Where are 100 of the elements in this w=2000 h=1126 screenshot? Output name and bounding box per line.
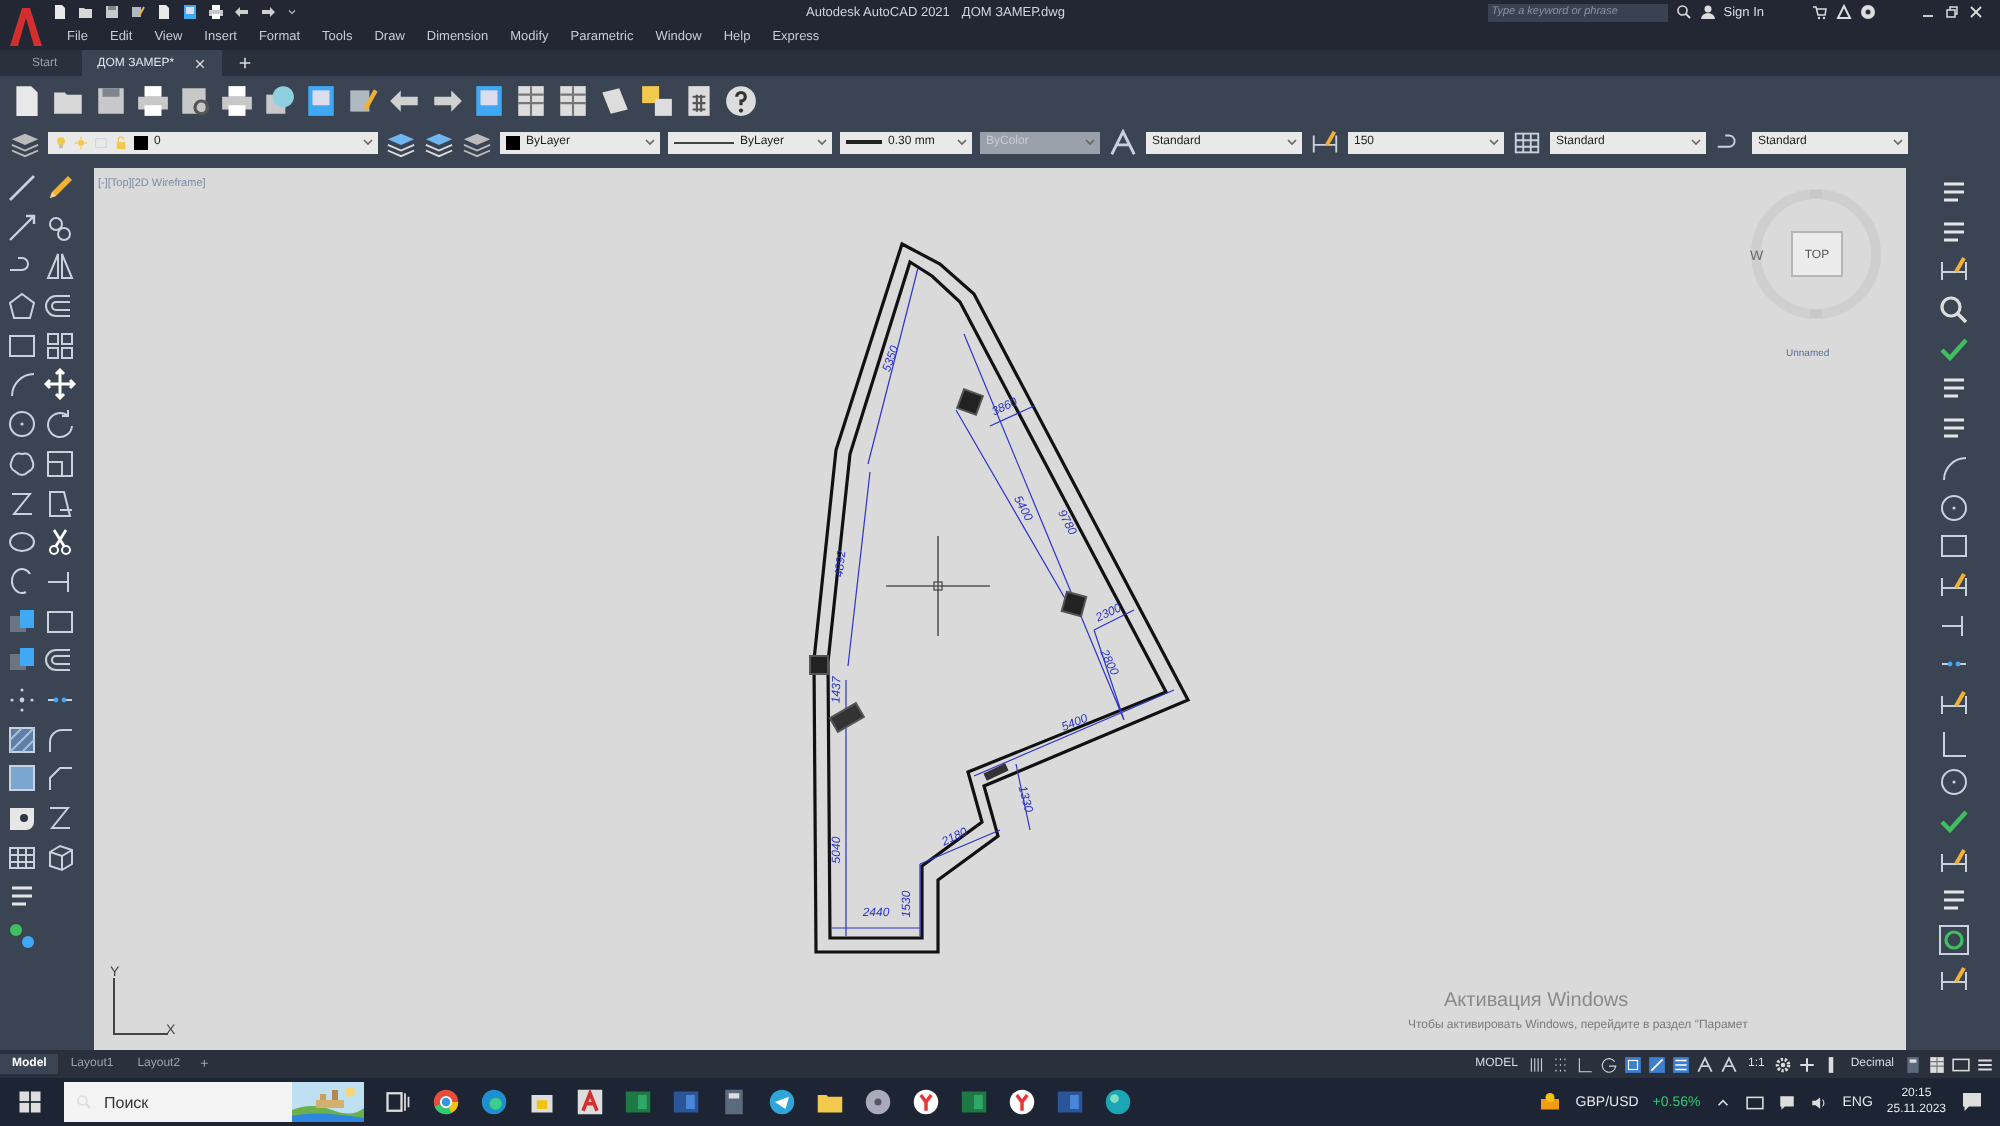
cart-icon[interactable] bbox=[1812, 4, 1828, 20]
chamfer-icon[interactable] bbox=[44, 762, 76, 795]
caret-icon[interactable] bbox=[360, 134, 376, 150]
caret-icon[interactable] bbox=[814, 134, 830, 150]
check-icon[interactable] bbox=[1937, 806, 1969, 838]
new-file-icon[interactable] bbox=[156, 4, 172, 20]
save-icon[interactable] bbox=[104, 4, 120, 20]
document-icon[interactable] bbox=[1056, 1088, 1084, 1116]
plus-icon[interactable] bbox=[1798, 1055, 1817, 1073]
undo-icon[interactable] bbox=[234, 4, 250, 20]
spline-icon[interactable] bbox=[44, 802, 76, 834]
table-icon[interactable] bbox=[6, 841, 38, 874]
ortho-icon[interactable] bbox=[1937, 727, 1969, 760]
object-snap-icon[interactable] bbox=[1623, 1055, 1642, 1073]
calculator-icon[interactable] bbox=[1904, 1055, 1922, 1073]
arc-icon[interactable] bbox=[1937, 451, 1969, 484]
document-icon[interactable] bbox=[672, 1088, 700, 1116]
scale-icon[interactable] bbox=[44, 447, 76, 480]
browser-icon[interactable] bbox=[432, 1088, 460, 1116]
disk-icon[interactable] bbox=[864, 1088, 892, 1116]
dimension-icon[interactable] bbox=[1937, 845, 1969, 878]
search-input[interactable]: Поиск bbox=[100, 1091, 284, 1113]
block-icon[interactable] bbox=[6, 605, 38, 638]
close-icon[interactable] bbox=[1968, 4, 1984, 20]
search-icon[interactable] bbox=[1937, 294, 1969, 327]
rectangle-icon[interactable] bbox=[1937, 530, 1969, 563]
snap-icon[interactable] bbox=[1551, 1055, 1570, 1073]
text-style-icon[interactable] bbox=[1108, 127, 1138, 157]
window-icon[interactable] bbox=[182, 4, 198, 20]
autocad-icon[interactable] bbox=[576, 1088, 604, 1116]
dimension-icon[interactable] bbox=[1937, 569, 1969, 602]
dimension-icon[interactable] bbox=[1937, 963, 1969, 996]
move-icon[interactable] bbox=[44, 368, 76, 401]
polar-icon[interactable] bbox=[1599, 1055, 1618, 1073]
folder-icon[interactable] bbox=[78, 4, 94, 20]
caret-icon[interactable] bbox=[286, 6, 298, 18]
print-icon[interactable] bbox=[208, 4, 224, 20]
panels-icon[interactable] bbox=[514, 83, 548, 117]
annotation-icon[interactable] bbox=[1719, 1055, 1738, 1073]
spreadsheet-icon[interactable] bbox=[624, 1088, 652, 1116]
grid-icon[interactable] bbox=[1527, 1055, 1546, 1073]
close-icon[interactable] bbox=[194, 57, 207, 69]
new-file-icon[interactable] bbox=[10, 83, 44, 117]
copy-icon[interactable] bbox=[44, 211, 76, 244]
caret-icon[interactable] bbox=[1688, 134, 1704, 150]
menu-icon[interactable] bbox=[1976, 1055, 1994, 1073]
monitor-icon[interactable] bbox=[1952, 1055, 1970, 1073]
scissors-icon[interactable] bbox=[44, 526, 76, 559]
browser-icon[interactable] bbox=[480, 1088, 508, 1116]
circle-icon[interactable] bbox=[1937, 491, 1969, 523]
region-icon[interactable] bbox=[6, 802, 38, 834]
viewcube-face[interactable] bbox=[1791, 231, 1843, 277]
messenger-icon[interactable] bbox=[768, 1088, 796, 1116]
cloud-icon[interactable] bbox=[6, 447, 38, 480]
sphere-icon[interactable] bbox=[1104, 1088, 1132, 1116]
search-icon[interactable] bbox=[1675, 4, 1692, 20]
caret-icon[interactable] bbox=[642, 134, 658, 150]
panels-icon[interactable] bbox=[556, 83, 590, 117]
cube-icon[interactable] bbox=[44, 841, 76, 874]
annotation-icon[interactable] bbox=[1695, 1055, 1714, 1073]
globe-icon[interactable] bbox=[262, 83, 296, 117]
gradient-icon[interactable] bbox=[6, 762, 38, 795]
dimension-icon[interactable] bbox=[1937, 687, 1969, 720]
rectangle-icon[interactable] bbox=[44, 605, 76, 638]
notification-icon[interactable] bbox=[1960, 1090, 1984, 1114]
fillet-icon[interactable] bbox=[44, 723, 76, 756]
new-tab-icon[interactable] bbox=[238, 56, 253, 70]
arc-icon[interactable] bbox=[6, 368, 38, 401]
rectangle-icon[interactable] bbox=[6, 329, 38, 362]
spline-icon[interactable] bbox=[6, 487, 38, 519]
mirror-icon[interactable] bbox=[44, 250, 76, 283]
sheet-icon[interactable] bbox=[598, 83, 632, 117]
offset-icon[interactable] bbox=[44, 290, 76, 323]
check-icon[interactable] bbox=[1937, 333, 1969, 366]
rotate-icon[interactable] bbox=[44, 408, 76, 441]
array-icon[interactable] bbox=[44, 329, 76, 362]
table-style-icon[interactable] bbox=[1512, 127, 1542, 157]
redo-icon[interactable] bbox=[260, 4, 276, 20]
tracking-icon[interactable] bbox=[1647, 1055, 1666, 1073]
circle-icon[interactable] bbox=[6, 408, 38, 441]
window-icon[interactable] bbox=[304, 83, 338, 117]
point-icon[interactable] bbox=[6, 683, 38, 716]
calculator-icon[interactable] bbox=[720, 1088, 748, 1116]
monitor-icon[interactable] bbox=[1746, 1093, 1765, 1111]
preview-icon[interactable] bbox=[178, 83, 212, 117]
refresh-icon[interactable] bbox=[1937, 924, 1969, 957]
search-field[interactable]: Поиск bbox=[64, 1082, 364, 1122]
polygon-icon[interactable] bbox=[6, 290, 38, 323]
caret-icon[interactable] bbox=[1486, 134, 1502, 150]
lineweight-icon[interactable] bbox=[1671, 1055, 1690, 1073]
stretch-icon[interactable] bbox=[44, 487, 76, 519]
browser-icon[interactable] bbox=[912, 1088, 940, 1116]
offset-icon[interactable] bbox=[44, 644, 76, 677]
gear-icon[interactable] bbox=[1774, 1055, 1793, 1073]
ray-icon[interactable] bbox=[6, 211, 38, 244]
browser-icon[interactable] bbox=[1008, 1088, 1036, 1116]
restore-icon[interactable] bbox=[1944, 4, 1960, 20]
caret-icon[interactable] bbox=[954, 134, 970, 150]
dimension-style-icon[interactable] bbox=[1310, 127, 1340, 157]
line-icon[interactable] bbox=[6, 172, 38, 204]
